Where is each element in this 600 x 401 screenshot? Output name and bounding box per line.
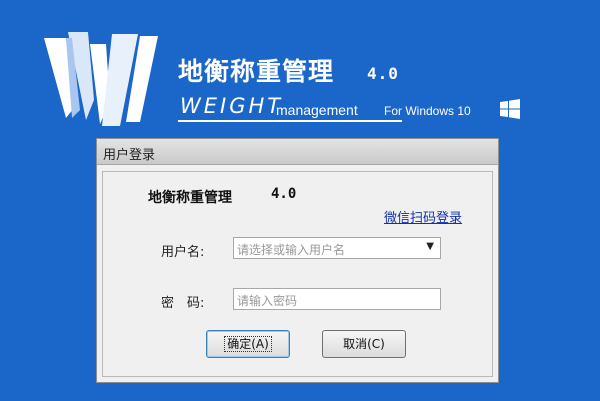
password-input[interactable]: 请输入密码 [233,288,441,310]
wechat-login-link[interactable]: 微信扫码登录 [384,207,462,226]
brand-underline [178,120,402,122]
login-dialog: 用户登录 地衡称重管理 4.0 微信扫码登录 用户名: 请选择或输入用户名 ▼ … [96,138,499,383]
panel-app-name: 地衡称重管理 [148,190,232,206]
app-version: 4.0 [367,64,399,83]
dialog-title: 用户登录 [103,148,156,163]
cancel-button-label: 取消(C) [343,337,385,351]
password-label: 密 码: [161,296,205,311]
banner: 地衡称重管理 4.0 WEIGHT management For Windows… [0,0,600,130]
cancel-button[interactable]: 取消(C) [322,330,406,358]
username-label: 用户名: [161,245,205,260]
panel-app-version: 4.0 [271,186,297,202]
brand-subtitle: management [276,102,358,118]
brand-weight: WEIGHT [180,94,284,118]
app-title: 地衡称重管理 [178,57,335,86]
password-placeholder: 请输入密码 [237,294,298,308]
windows-icon [500,99,520,119]
ok-button[interactable]: 确定(A) [206,330,290,358]
login-panel: 地衡称重管理 4.0 微信扫码登录 用户名: 请选择或输入用户名 ▼ 密 码: … [102,171,493,377]
brand-platform: For Windows 10 [384,104,471,118]
username-select[interactable]: 请选择或输入用户名 ▼ [233,237,441,259]
ok-button-label: 确定(A) [224,336,272,352]
dialog-titlebar[interactable]: 用户登录 [97,139,498,165]
dropdown-arrow-icon[interactable]: ▼ [426,241,434,252]
w-logo-icon [44,32,158,126]
username-placeholder: 请选择或输入用户名 [237,243,346,257]
